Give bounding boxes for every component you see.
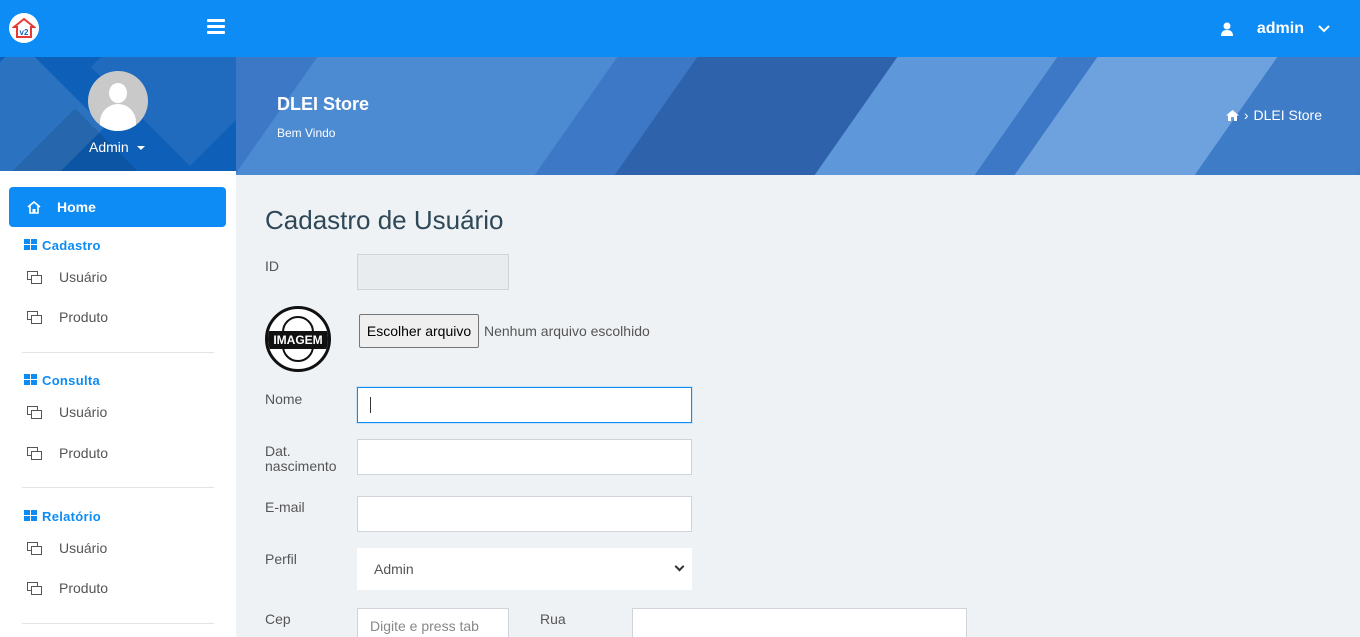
perfil-selected-value: Admin <box>374 561 414 577</box>
chevron-down-icon <box>1318 25 1330 33</box>
sidebar-item-cadastro-usuario[interactable]: Usuário <box>27 267 107 287</box>
windows-icon <box>27 405 42 419</box>
sidebar-item-label: Usuário <box>59 404 108 420</box>
sidebar-item-label: Produto <box>59 445 109 461</box>
sidebar-item-relatorio-usuario[interactable]: Usuário <box>27 538 107 558</box>
breadcrumb: › DLEI Store <box>1225 107 1322 123</box>
email-field[interactable] <box>357 496 692 532</box>
section-cadastro: Cadastro <box>24 237 101 253</box>
user-menu[interactable]: admin <box>1220 17 1330 41</box>
grid-icon <box>24 510 37 522</box>
cep-label: Cep <box>265 611 291 627</box>
section-consulta: Consulta <box>24 372 100 388</box>
image-placeholder-icon: IMAGEM <box>265 306 331 372</box>
chevron-down-icon <box>674 561 685 572</box>
windows-icon <box>27 446 42 460</box>
sidebar-item-relatorio-produto[interactable]: Produto <box>27 578 108 598</box>
top-navbar: v2 admin <box>0 0 1360 57</box>
sidebar-item-label: Produto <box>59 309 109 325</box>
windows-icon <box>27 310 42 324</box>
id-label: ID <box>265 258 279 274</box>
email-label: E-mail <box>265 499 305 515</box>
sidebar-item-home[interactable]: Home <box>9 187 226 227</box>
sidebar-item-cadastro-produto[interactable]: Produto <box>27 307 108 327</box>
breadcrumb-item[interactable]: DLEI Store <box>1254 107 1322 123</box>
rua-field[interactable] <box>632 608 967 637</box>
text-cursor <box>370 397 371 413</box>
windows-icon <box>27 581 42 595</box>
sidebar-item-label: Usuário <box>59 540 108 556</box>
page-header-subtitle: Bem Vindo <box>277 126 336 140</box>
perfil-select[interactable]: Admin <box>357 548 692 590</box>
sidebar-item-consulta-usuario[interactable]: Usuário <box>27 402 107 422</box>
username-label: admin <box>1256 20 1304 37</box>
sidebar-user-name: Admin <box>89 139 129 155</box>
rua-label: Rua <box>540 611 566 627</box>
sidebar-item-label: Usuário <box>59 269 108 285</box>
home-icon[interactable] <box>1225 109 1239 121</box>
section-title: Consulta <box>42 372 101 388</box>
avatar[interactable] <box>88 71 148 131</box>
perfil-label: Perfil <box>265 551 297 567</box>
sidebar-item-consulta-produto[interactable]: Produto <box>27 443 108 463</box>
breadcrumb-separator: › <box>1243 107 1249 123</box>
cep-field[interactable]: Digite e press tab <box>357 608 509 637</box>
divider <box>22 352 214 353</box>
caret-down-icon <box>136 146 145 151</box>
sidebar-menu: Home Cadastro Usuário Produto Consulta U… <box>0 171 236 637</box>
divider <box>22 623 214 624</box>
section-title: Cadastro <box>42 237 101 253</box>
user-icon <box>1220 22 1233 36</box>
nascimento-field[interactable] <box>357 439 692 475</box>
nascimento-label: Dat. nascimento <box>265 443 337 474</box>
nome-field[interactable] <box>357 387 692 423</box>
sidebar-profile: Admin <box>0 57 236 171</box>
windows-icon <box>27 541 42 555</box>
image-badge-label: IMAGEM <box>268 331 328 349</box>
grid-icon <box>24 374 37 386</box>
choose-file-button[interactable]: Escolher arquivo <box>359 314 479 348</box>
hamburger-icon[interactable] <box>207 19 225 35</box>
id-field <box>357 254 509 290</box>
svg-text:v2: v2 <box>20 28 29 37</box>
section-relatorio: Relatório <box>24 508 101 524</box>
grid-icon <box>24 239 37 251</box>
sidebar-item-label: Produto <box>59 580 109 596</box>
sidebar-item-label: Home <box>57 199 96 215</box>
home-icon <box>27 200 41 214</box>
house-logo-icon[interactable]: v2 <box>9 13 39 43</box>
nome-label: Nome <box>265 391 303 407</box>
divider <box>22 487 214 488</box>
page-header-banner: DLEI Store Bem Vindo › DLEI Store <box>236 57 1360 175</box>
sidebar-user-dropdown[interactable]: Admin <box>89 139 145 155</box>
section-title: Relatório <box>42 508 102 524</box>
file-status-text: Nenhum arquivo escolhido <box>484 323 650 339</box>
page-header-title: DLEI Store <box>277 94 370 114</box>
page-title: Cadastro de Usuário <box>265 205 504 235</box>
windows-icon <box>27 270 42 284</box>
